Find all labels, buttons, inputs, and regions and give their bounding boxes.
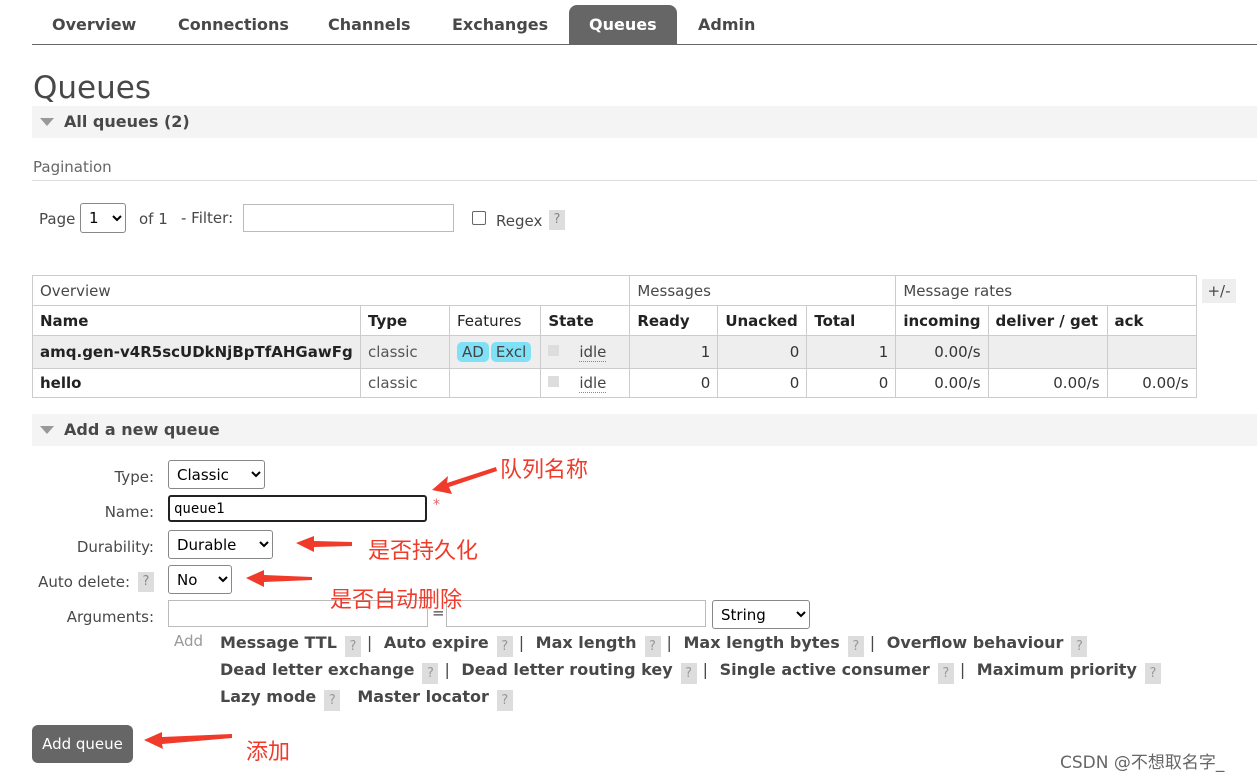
annotation-durable: 是否持久化 — [368, 539, 479, 564]
annotation-queue-name: 队列名称 — [500, 458, 589, 483]
arrow-to-auto-delete-icon — [246, 570, 312, 587]
annotation-auto-delete: 是否自动删除 — [330, 588, 463, 613]
annotation-arrows — [144, 467, 497, 749]
arrow-to-durability-icon — [296, 536, 352, 552]
arrow-to-name-icon — [432, 467, 497, 494]
annotation-add: 添加 — [246, 740, 291, 765]
arrow-to-add-button-icon — [144, 732, 232, 749]
watermark: CSDN @不想取名字_ — [1060, 753, 1225, 773]
